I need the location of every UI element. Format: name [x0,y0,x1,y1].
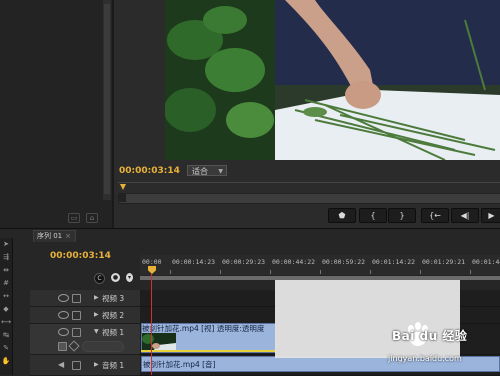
opacity-line[interactable] [141,350,276,352]
video-frame-image [165,0,500,160]
program-zoom-bar[interactable] [118,193,500,204]
ruler-label: 00:01:29:21 [422,258,466,266]
track-name: 视频 3 [102,294,125,303]
ruler-tick [170,270,171,274]
keyframe-navigator[interactable] [82,341,124,352]
play-button[interactable]: ▶ [481,208,500,223]
ruler-tick [220,270,221,274]
ruler-label: 00:00 [142,258,162,266]
fit-dropdown[interactable]: 适合 ▼ [187,165,227,176]
ruler-tick [320,270,321,274]
selection-tool-icon[interactable]: ➤ [1,240,11,249]
ruler-tick [420,270,421,274]
eye-icon[interactable] [58,294,69,302]
ruler-label: 00:00:44:22 [272,258,316,266]
expand-icon[interactable]: ▶ [94,361,99,368]
ruler-label: 00:00:59:22 [322,258,366,266]
go-to-in-button[interactable]: {← [421,208,449,223]
expand-icon[interactable]: ▶ [94,311,99,318]
new-item-icon[interactable]: ▭ [68,213,80,223]
track-select-tool-icon[interactable]: ⇶ [1,253,11,262]
mark-out-button[interactable]: } [388,208,416,223]
razor-tool-icon[interactable]: ◆ [1,305,11,314]
slip-tool-icon[interactable]: ⟷ [1,318,11,327]
hand-tool-icon[interactable]: ✋ [1,357,11,366]
program-zoom-bar-handle[interactable] [118,193,126,202]
expand-icon[interactable]: ▶ [94,294,99,301]
tab-sequence-01[interactable]: 序列 01 × [33,230,76,242]
timeline-timecode[interactable]: 00:00:03:14 [50,251,111,261]
eye-icon[interactable] [58,311,69,319]
track-name: 音频 1 [102,361,125,370]
collapse-icon[interactable]: ▼ [94,328,99,335]
program-timecode[interactable]: 00:00:03:14 [119,166,180,176]
ruler-label: 00:00:14:23 [172,258,216,266]
fit-dropdown-value: 适合 [192,167,208,176]
lock-icon[interactable] [72,361,81,370]
rate-stretch-tool-icon[interactable]: ↔ [1,292,11,301]
speaker-icon[interactable]: ◀ [58,360,64,369]
track-name: 视频 1 [102,328,125,337]
set-marker-icon[interactable]: ● [111,273,120,282]
slide-tool-icon[interactable]: ↹ [1,331,11,340]
track-header-video-3[interactable]: ▶ 视频 3 [30,290,140,307]
track-header-video-2[interactable]: ▶ 视频 2 [30,307,140,324]
program-video-frame [165,0,500,160]
rolling-edit-tool-icon[interactable]: # [1,279,11,288]
lock-icon[interactable] [72,328,81,337]
lock-icon[interactable] [72,294,81,303]
tab-sequence-label: 序列 01 [37,232,63,240]
ruler-tick [270,270,271,274]
keyframe-icon[interactable] [68,340,80,352]
watermark-brand: Bai du 经验 [392,329,468,343]
ruler-label: 00:01:44:21 [472,258,500,266]
timeline-playhead-line[interactable] [151,274,152,375]
snap-icon[interactable]: C [94,273,105,284]
eye-icon[interactable] [58,328,69,336]
lock-icon[interactable] [72,311,81,320]
ruler-label: 00:01:14:22 [372,258,416,266]
audio-clip-label: 被剑针加花.mp4 [音] [143,360,216,369]
track-name: 视频 2 [102,311,125,320]
track-header-audio-1[interactable]: ◀ ▶ 音频 1 [30,355,140,376]
close-icon[interactable]: × [65,232,71,240]
display-style-icon[interactable] [58,342,67,351]
ruler-tick [370,270,371,274]
chevron-down-icon: ▼ [218,168,223,175]
ruler-tick [470,270,471,274]
pen-tool-icon[interactable]: ✎ [1,344,11,353]
watermark-url: jingyan.baidu.com [388,354,462,363]
add-marker-button[interactable]: ⬟ [328,208,356,223]
ruler-label: 00:00:29:23 [222,258,266,266]
step-back-button[interactable]: ◀| [451,208,479,223]
program-mini-ruler[interactable] [118,182,500,193]
track-header-video-1[interactable]: ▼ 视频 1 [30,324,140,355]
delete-icon[interactable]: ⌂ [86,213,98,223]
source-panel [0,0,114,228]
mark-in-button[interactable]: { [359,208,387,223]
marker-icon: ⬟ [338,211,346,220]
source-scrollbar-thumb[interactable] [104,4,110,194]
marker-icon[interactable]: ▾ [126,273,133,282]
ripple-edit-tool-icon[interactable]: ⇹ [1,266,11,275]
play-icon: ▶ [488,211,495,220]
